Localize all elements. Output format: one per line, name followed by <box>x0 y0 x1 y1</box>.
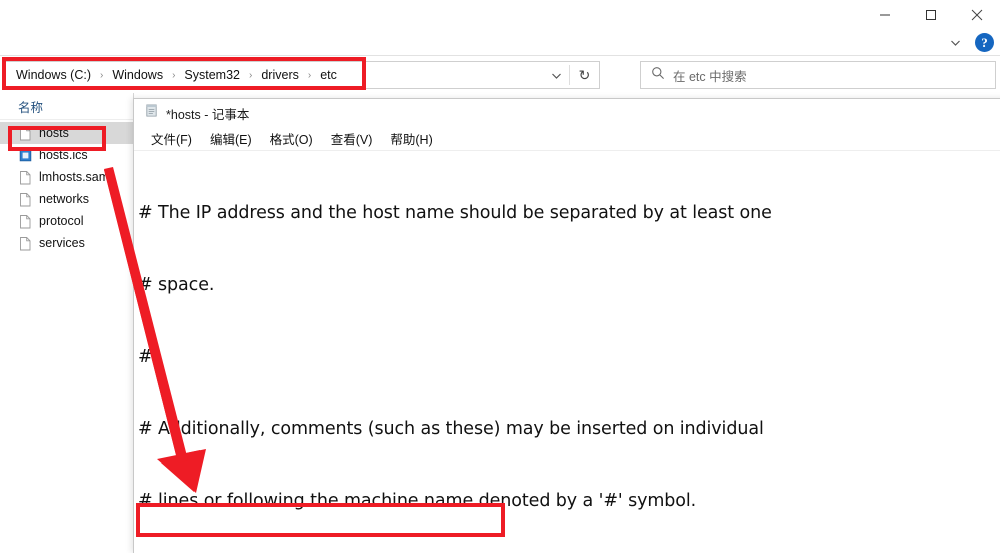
breadcrumb-separator: › <box>100 69 104 81</box>
file-name: hosts <box>39 126 69 140</box>
file-row-services[interactable]: services <box>0 232 134 254</box>
search-placeholder: 在 etc 中搜索 <box>673 69 747 84</box>
file-row-hosts[interactable]: hosts <box>0 122 134 144</box>
column-header-name[interactable]: 名称 <box>0 93 134 120</box>
breadcrumb-item-1[interactable]: Windows <box>111 68 164 82</box>
address-dropdown-icon[interactable] <box>543 62 569 88</box>
search-icon <box>651 66 665 85</box>
file-list: hosts hosts.ics lmhosts.sam networks pro… <box>0 122 134 254</box>
file-name: services <box>39 236 85 250</box>
window-controls <box>862 0 1000 29</box>
breadcrumb-separator: › <box>249 69 253 81</box>
file-name: networks <box>39 192 90 206</box>
text-line: # <box>138 347 153 367</box>
file-blank-icon <box>18 214 33 229</box>
menu-format[interactable]: 格式(O) <box>261 127 322 150</box>
file-row-hosts-ics[interactable]: hosts.ics <box>0 144 134 166</box>
explorer-ribbon-row: ? <box>0 29 1000 56</box>
ribbon-right-controls: ? <box>945 29 994 56</box>
file-blank-icon <box>18 170 33 185</box>
text-line: # The IP address and the host name shoul… <box>138 203 772 223</box>
explorer-address-row: Windows (C:) › Windows › System32 › driv… <box>0 57 1000 93</box>
notepad-text-area[interactable]: # The IP address and the host name shoul… <box>134 151 1000 553</box>
text-line: # Additionally, comments (such as these)… <box>138 419 764 439</box>
menu-view[interactable]: 查看(V) <box>322 127 382 150</box>
text-line: # space. <box>138 275 215 295</box>
notepad-icon <box>144 103 159 123</box>
close-button[interactable] <box>954 0 1000 29</box>
file-row-lmhosts-sam[interactable]: lmhosts.sam <box>0 166 134 188</box>
menu-file[interactable]: 文件(F) <box>142 127 201 150</box>
file-blank-icon <box>18 126 33 141</box>
file-row-protocol[interactable]: protocol <box>0 210 134 232</box>
explorer-file-pane: 名称 hosts hosts.ics lmhosts.sam networks … <box>0 93 134 553</box>
refresh-icon[interactable]: ↻ <box>570 62 599 88</box>
breadcrumb-item-4[interactable]: etc <box>319 68 338 82</box>
calendar-file-icon <box>18 148 33 163</box>
file-row-networks[interactable]: networks <box>0 188 134 210</box>
notepad-title: *hosts - 记事本 <box>166 107 250 122</box>
text-line: # lines or following the machine name de… <box>138 491 697 511</box>
file-name: lmhosts.sam <box>39 170 110 184</box>
minimize-button[interactable] <box>862 0 908 29</box>
explorer-titlebar <box>0 0 1000 29</box>
file-name: hosts.ics <box>39 148 88 162</box>
notepad-window: *hosts - 记事本 文件(F) 编辑(E) 格式(O) 查看(V) 帮助(… <box>133 98 1000 553</box>
notepad-menubar: 文件(F) 编辑(E) 格式(O) 查看(V) 帮助(H) <box>134 127 1000 151</box>
breadcrumb-separator: › <box>172 69 176 81</box>
breadcrumb-item-0[interactable]: Windows (C:) <box>15 68 92 82</box>
notepad-titlebar[interactable]: *hosts - 记事本 <box>134 99 1000 127</box>
maximize-button[interactable] <box>908 0 954 29</box>
breadcrumb: Windows (C:) › Windows › System32 › driv… <box>5 62 338 88</box>
chevron-down-icon[interactable] <box>945 33 965 53</box>
screenshot-root: ? Windows (C:) › Windows › System32 › dr… <box>0 0 1000 553</box>
menu-help[interactable]: 帮助(H) <box>381 127 441 150</box>
file-blank-icon <box>18 236 33 251</box>
breadcrumb-separator: › <box>307 69 312 81</box>
breadcrumb-item-2[interactable]: System32 <box>183 68 241 82</box>
help-button[interactable]: ? <box>975 33 994 52</box>
file-blank-icon <box>18 192 33 207</box>
breadcrumb-item-3[interactable]: drivers <box>260 68 300 82</box>
address-bar[interactable]: Windows (C:) › Windows › System32 › driv… <box>4 61 600 89</box>
search-box[interactable]: 在 etc 中搜索 <box>640 61 996 89</box>
file-name: protocol <box>39 214 84 228</box>
menu-edit[interactable]: 编辑(E) <box>201 127 261 150</box>
